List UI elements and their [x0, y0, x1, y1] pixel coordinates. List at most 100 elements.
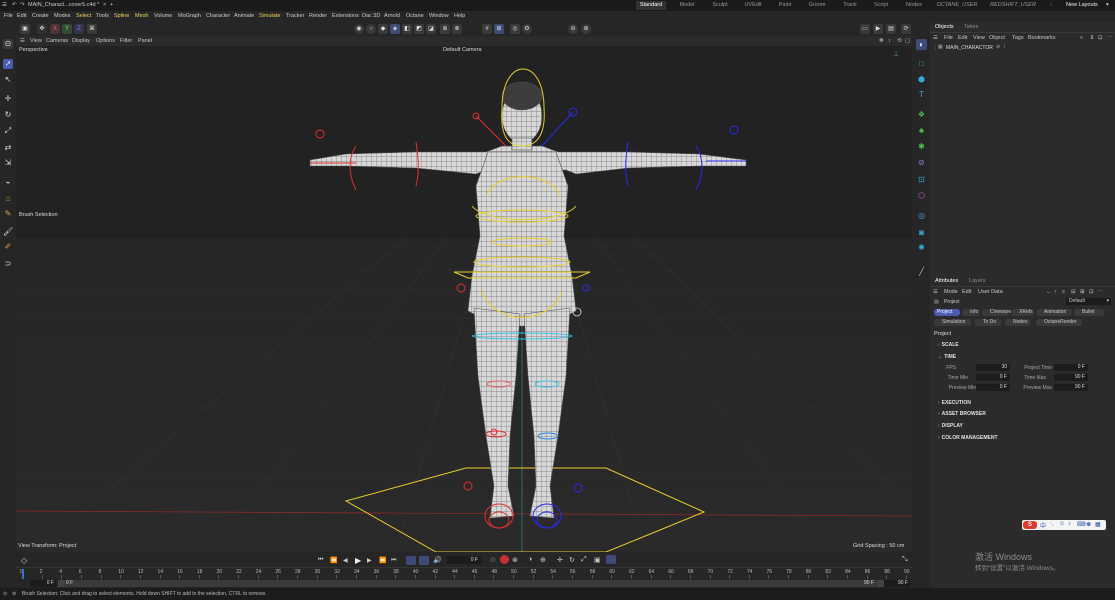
polygons-mode-icon[interactable]: ◧: [402, 24, 412, 34]
ime-toolbar[interactable]: S 中 ᐧ, ☺ ♪ ⌨ ♚ ▦: [1022, 520, 1106, 530]
texture-mode-icon[interactable]: ○: [366, 24, 376, 34]
layout-octane-user[interactable]: OCTANE_USER: [936, 1, 978, 10]
objects-menu-object[interactable]: Object: [989, 35, 1005, 41]
deformer-icon[interactable]: ⊘: [916, 157, 927, 168]
isolate-icon[interactable]: ⊛: [581, 24, 591, 34]
viewport-menu-display[interactable]: Display: [72, 36, 90, 46]
next-frame-icon[interactable]: ▶: [367, 557, 372, 564]
tab-takes[interactable]: Takes: [964, 24, 978, 30]
live-selection-icon[interactable]: ↖: [3, 75, 13, 85]
object-tool-icon[interactable]: ◐: [916, 39, 927, 50]
viewport-solo-icon[interactable]: ⊖: [568, 24, 578, 34]
preset-dropdown[interactable]: Default ▾: [1066, 298, 1111, 305]
layout-uvedit[interactable]: UVEdit: [741, 1, 765, 10]
menu-dac3d[interactable]: Dac 3D: [362, 11, 380, 22]
range-slider[interactable]: 0 F 90 F: [64, 580, 878, 587]
render-icon[interactable]: ▶: [873, 24, 883, 34]
layout-groom[interactable]: Groom: [806, 1, 828, 10]
coordinate-system-icon[interactable]: ⌘: [87, 24, 97, 34]
picture-viewer-icon[interactable]: ▤: [886, 24, 896, 34]
object-row[interactable]: ⋮ ▦ MAIN_CHARACTOR ⊘ ⁞: [930, 44, 1115, 52]
next-key-icon[interactable]: ⏩: [379, 557, 386, 564]
paint-brush-icon[interactable]: 🖌: [3, 227, 13, 237]
edges-mode-icon[interactable]: ◈: [390, 24, 400, 34]
cloner-icon[interactable]: ♣: [916, 125, 927, 136]
pin-icon[interactable]: ⊞: [1080, 289, 1085, 295]
range-start-field[interactable]: 0 F: [30, 580, 56, 587]
points-mode-icon[interactable]: ◆: [378, 24, 388, 34]
chip-info[interactable]: Info: [962, 309, 980, 316]
attributes-menu-edit[interactable]: Edit: [962, 289, 971, 295]
menu-octane[interactable]: Octane: [406, 11, 424, 22]
ime-shirt-icon[interactable]: ♚: [1086, 521, 1091, 528]
close-tab-icon[interactable]: ×: [103, 1, 106, 10]
redo-icon[interactable]: ↷: [20, 1, 25, 10]
chip-animation[interactable]: Animation: [1036, 309, 1072, 316]
chip-xrefs[interactable]: XRefs: [1011, 309, 1034, 316]
spline-icon[interactable]: □: [916, 58, 927, 69]
layout-standard[interactable]: Standard: [636, 1, 666, 10]
tab-objects[interactable]: Objects: [935, 24, 954, 30]
new-window-icon[interactable]: ⊡: [1098, 35, 1103, 41]
rotate-tool-icon[interactable]: ↻: [3, 110, 13, 120]
quantize-icon[interactable]: ⊞: [494, 24, 504, 34]
tab-layers[interactable]: Layers: [969, 278, 986, 284]
record-button[interactable]: [500, 555, 509, 564]
cube-icon[interactable]: ⬢: [916, 74, 927, 85]
menu-animate[interactable]: Animate: [234, 11, 254, 22]
loop-toggle-icon[interactable]: [406, 556, 416, 565]
generator-icon[interactable]: ❖: [916, 109, 927, 120]
sculpt-brush-icon[interactable]: ✐: [3, 242, 13, 252]
ime-language[interactable]: 中: [1040, 521, 1046, 530]
menu-select[interactable]: Select: [76, 11, 91, 22]
visibility-icon[interactable]: ⁞: [1004, 44, 1005, 50]
knife-tool-icon[interactable]: ⌁: [3, 178, 13, 188]
scene-icon[interactable]: ⬡: [916, 190, 927, 201]
pen-icon[interactable]: ╱: [916, 266, 927, 277]
app-menu-icon[interactable]: ☰: [2, 1, 7, 10]
new-attr-window-icon[interactable]: ⊡: [1089, 289, 1094, 295]
attributes-menu-icon[interactable]: ☰: [933, 289, 938, 295]
menu-create[interactable]: Create: [32, 11, 49, 22]
transform-tool-icon[interactable]: ⇄: [3, 143, 13, 153]
chip-simulation[interactable]: Simulation: [934, 319, 971, 326]
attr-more-icon[interactable]: ⋯: [1098, 289, 1104, 295]
key-param-icon[interactable]: ▣: [594, 556, 601, 564]
menu-volume[interactable]: Volume: [154, 11, 172, 22]
section-execution[interactable]: › EXECUTION: [938, 400, 971, 406]
sky-icon[interactable]: ✺: [916, 242, 927, 253]
brush-selection-icon[interactable]: ➚: [3, 59, 13, 69]
snap-icon[interactable]: ⊕: [440, 24, 450, 34]
bevel-tool-icon[interactable]: ⌂: [3, 194, 13, 204]
preview-range-icon[interactable]: [419, 556, 429, 565]
menu-extensions[interactable]: Extensions: [332, 11, 359, 22]
viewport-menu-panel[interactable]: Panel: [138, 36, 152, 46]
record-keys-icon[interactable]: ⊙: [490, 556, 496, 564]
menu-character[interactable]: Character: [206, 11, 230, 22]
key-rotation-icon[interactable]: ↻: [569, 556, 575, 564]
menu-edit[interactable]: Edit: [17, 11, 26, 22]
grid-snap-icon[interactable]: #: [482, 24, 492, 34]
scale-tool-icon[interactable]: ⤢: [3, 126, 13, 136]
viewport-move-icon[interactable]: ✥: [879, 36, 884, 46]
camera-icon[interactable]: ◎: [916, 210, 927, 221]
keyframe-selection-icon[interactable]: ◑: [528, 556, 532, 563]
chip-octanerender[interactable]: OctaneRender: [1036, 319, 1082, 326]
keyframe-icon[interactable]: ◇: [21, 556, 27, 565]
menu-mograph[interactable]: MoGraph: [178, 11, 201, 22]
attributes-menu-user-data[interactable]: User Data: [978, 289, 1003, 295]
layout-track[interactable]: Track: [840, 1, 860, 10]
ime-mic-icon[interactable]: ♪: [1068, 521, 1071, 527]
viewport-zoom-icon[interactable]: ↕: [888, 36, 891, 46]
add-tab-button[interactable]: +: [110, 1, 113, 10]
preview-min-field[interactable]: 0 F: [976, 384, 1010, 391]
key-scale-icon[interactable]: ⤢: [581, 556, 587, 564]
menu-render[interactable]: Render: [309, 11, 327, 22]
play-button[interactable]: ▶: [355, 556, 361, 565]
tab-attributes[interactable]: Attributes: [935, 278, 958, 284]
viewport-menu-view[interactable]: View: [30, 36, 42, 46]
undo-icon[interactable]: ↶: [12, 1, 17, 10]
menu-mesh[interactable]: Mesh: [135, 11, 148, 22]
fps-field[interactable]: 30: [976, 364, 1010, 371]
uv-mode-icon[interactable]: ◩: [414, 24, 424, 34]
